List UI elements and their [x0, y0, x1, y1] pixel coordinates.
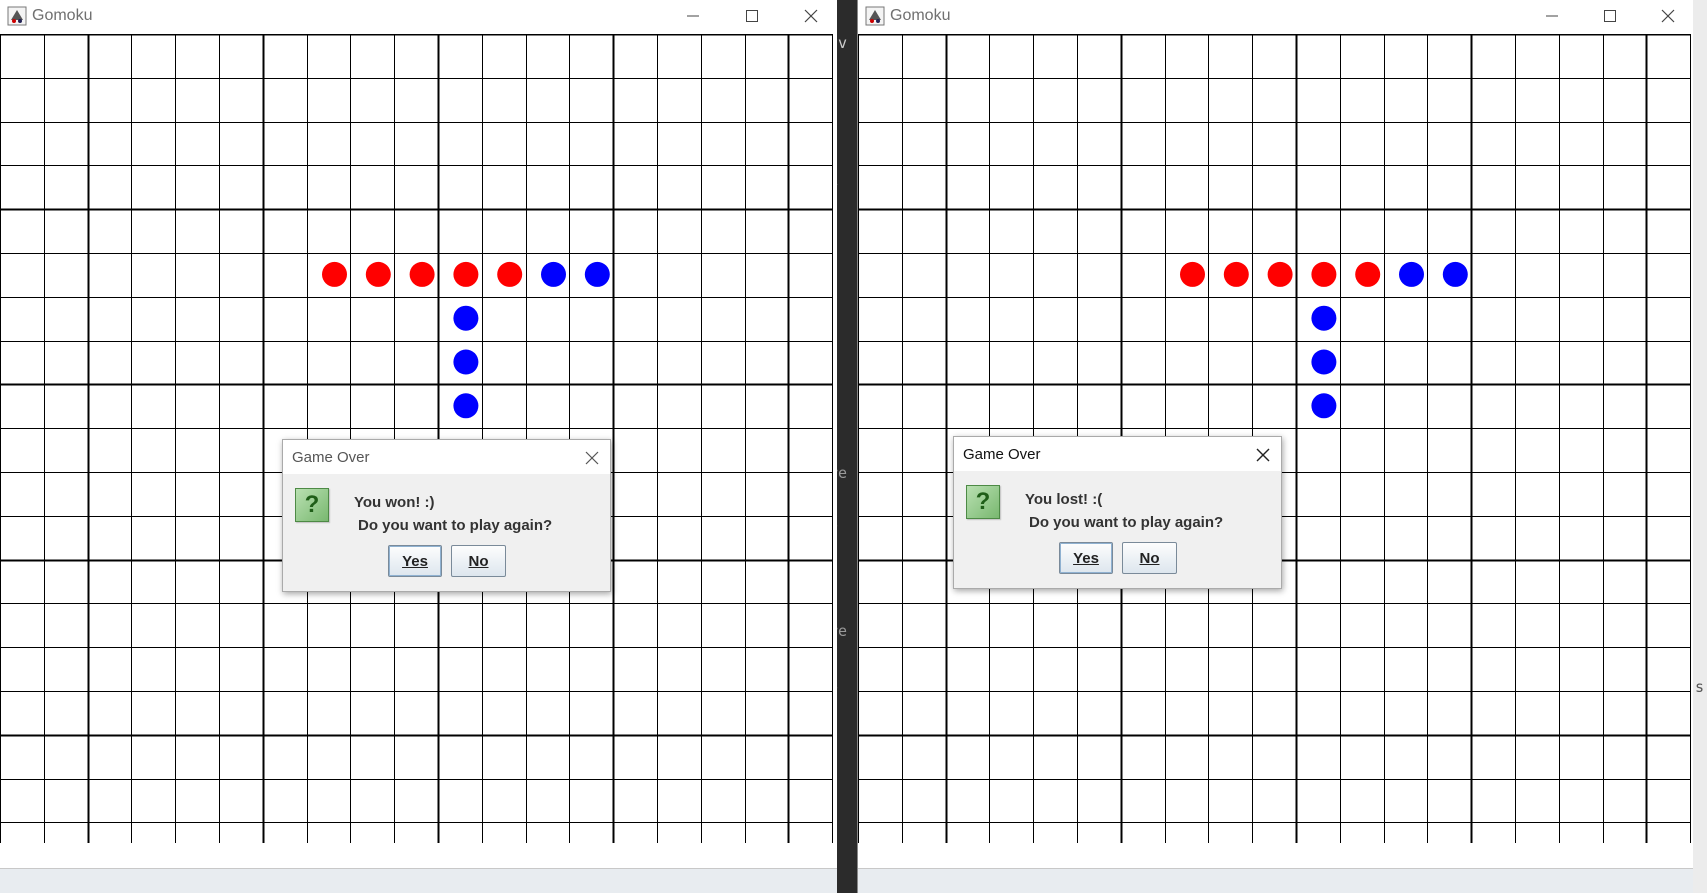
red-stone: [409, 261, 435, 287]
yes-button-label: Yes: [402, 552, 428, 570]
blue-stone: [1311, 305, 1337, 331]
dialog-title: Game Over: [963, 446, 1041, 463]
java-app-icon: [865, 6, 885, 26]
red-stone: [1267, 261, 1293, 287]
java-app-icon: [7, 6, 27, 26]
blue-stone: [584, 261, 610, 287]
no-button-label: No: [468, 552, 489, 570]
red-stone: [497, 261, 523, 287]
maximize-icon[interactable]: [723, 0, 781, 31]
red-stone: [1355, 261, 1381, 287]
title-bar[interactable]: Gomoku: [0, 0, 837, 34]
yes-button[interactable]: Yes: [388, 545, 442, 577]
question-icon: ?: [966, 485, 1000, 519]
close-icon[interactable]: [1254, 446, 1272, 464]
red-stone: [1311, 261, 1337, 287]
background-strip-right: s: [1693, 0, 1707, 893]
game-over-dialog: Game Over ? You won! :) Do you want to p…: [282, 439, 611, 592]
gomoku-window-right: Gomoku Game Over ? You lost! :(Do you w…: [857, 0, 1693, 893]
no-button[interactable]: No: [451, 545, 506, 577]
red-stone: [1223, 261, 1249, 287]
minimize-icon[interactable]: [664, 0, 722, 31]
yes-button[interactable]: Yes: [1059, 542, 1113, 574]
gomoku-window-left: Gomoku Game Over ? You won! :) Do you wa…: [0, 0, 837, 893]
yes-button-label: Yes: [1073, 549, 1099, 567]
close-icon[interactable]: [1639, 0, 1693, 31]
red-stone: [1180, 261, 1205, 287]
status-bar: [0, 868, 837, 893]
maximize-icon[interactable]: [1581, 0, 1639, 31]
blue-stone: [1442, 261, 1468, 287]
minimize-icon[interactable]: [1523, 0, 1581, 31]
game-over-dialog: Game Over ? You lost! :( Do you want to …: [953, 436, 1282, 589]
code-fragment: s: [1695, 678, 1705, 696]
question-icon: ?: [295, 488, 329, 522]
desktop: av e a ; 3 re ( p ; s 5 re p s Gomoku: [0, 0, 1707, 893]
blue-stone: [453, 393, 479, 419]
red-stone: [322, 261, 347, 287]
no-button-label: No: [1139, 549, 1160, 567]
blue-stone: [453, 349, 479, 375]
blue-stone: [1311, 349, 1337, 375]
red-stone: [365, 261, 391, 287]
blue-stone: [1399, 261, 1424, 287]
no-button[interactable]: No: [1122, 542, 1177, 574]
play-again-question: Do you want to play again?: [1029, 514, 1224, 531]
blue-stone: [453, 305, 479, 331]
dialog-title: Game Over: [292, 449, 370, 466]
result-message: You won! :): [354, 494, 435, 511]
blue-stone: [541, 261, 566, 287]
red-stone: [453, 261, 479, 287]
window-title: Gomoku: [32, 7, 93, 24]
blue-stone: [1311, 393, 1337, 419]
status-bar: [858, 868, 1693, 893]
dialog-title-bar[interactable]: Game Over: [954, 437, 1281, 471]
window-title: Gomoku: [890, 7, 951, 24]
play-again-question: Do you want to play again?: [358, 517, 553, 534]
dialog-title-bar[interactable]: Game Over: [283, 440, 610, 474]
result-message: You lost! :(: [1025, 491, 1103, 508]
close-icon[interactable]: [782, 0, 837, 31]
close-icon[interactable]: [583, 449, 601, 467]
title-bar[interactable]: Gomoku: [858, 0, 1693, 34]
